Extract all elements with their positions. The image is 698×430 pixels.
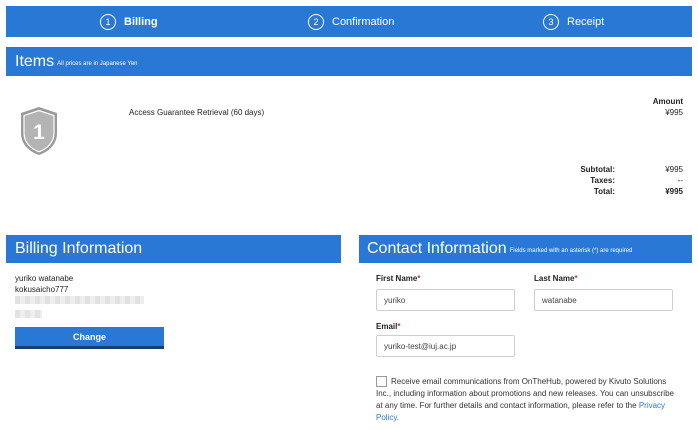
first-name-label: First Name*	[376, 274, 420, 283]
taxes-row: Taxes: --	[503, 176, 683, 187]
redacted-address-line-2	[15, 310, 42, 318]
last-name-label: Last Name*	[534, 274, 578, 283]
first-name-input[interactable]	[376, 289, 515, 311]
consent-end: .	[396, 413, 399, 422]
shield-badge-number: 1	[33, 121, 45, 144]
email-input[interactable]	[376, 335, 515, 357]
taxes-label: Taxes:	[590, 176, 615, 185]
contact-title: Contact Information	[367, 240, 507, 257]
email-label-text: Email	[376, 322, 398, 331]
step-number-3: 3	[543, 13, 559, 30]
order-totals: Subtotal: ¥995 Taxes: -- Total: ¥995	[503, 165, 683, 198]
redacted-address-line-1	[15, 296, 144, 304]
step-confirmation: 2 Confirmation	[308, 6, 394, 37]
step-label-receipt: Receipt	[567, 15, 605, 28]
change-billing-button[interactable]: Change	[15, 327, 164, 349]
contact-section-header: Contact Information Fields marked with a…	[359, 235, 692, 263]
total-label: Total:	[593, 187, 615, 196]
amount-header: Amount	[652, 97, 683, 106]
first-name-required-mark: *	[417, 274, 421, 283]
subtotal-value: ¥995	[665, 165, 683, 174]
billing-name: yuriko watanabe	[15, 274, 74, 283]
subtotal-label: Subtotal:	[580, 165, 615, 174]
step-label-billing: Billing	[124, 15, 158, 28]
total-row: Total: ¥995	[503, 187, 683, 198]
step-label-confirmation: Confirmation	[332, 15, 395, 28]
subtotal-row: Subtotal: ¥995	[503, 165, 683, 176]
shield-badge-icon: 1	[21, 107, 57, 155]
email-consent-text: Receive email communications from OnTheH…	[376, 376, 676, 424]
email-required-mark: *	[397, 322, 401, 331]
taxes-value: --	[677, 176, 683, 185]
step-number-1: 1	[100, 13, 116, 30]
last-name-label-text: Last Name	[534, 274, 575, 283]
billing-username: kokusaicho777	[15, 285, 69, 294]
item-amount: ¥995	[665, 108, 683, 117]
item-name: Access Guarantee Retrieval (60 days)	[129, 108, 265, 117]
email-label: Email*	[376, 322, 400, 331]
contact-required-note: Fields marked with an asterisk (*) are r…	[509, 248, 633, 254]
step-billing: 1 Billing	[100, 6, 158, 37]
billing-title: Billing Information	[15, 240, 143, 257]
last-name-required-mark: *	[574, 274, 578, 283]
billing-section-header: Billing Information	[6, 235, 341, 263]
consent-body: Receive email communications from OnTheH…	[376, 377, 674, 410]
total-value: ¥995	[665, 187, 683, 196]
last-name-input[interactable]	[534, 289, 673, 311]
step-receipt: 3 Receipt	[543, 6, 604, 37]
items-title: Items	[15, 52, 55, 70]
items-currency-note: All prices are in Japanese Yen	[57, 60, 138, 67]
first-name-label-text: First Name	[376, 274, 418, 283]
checkout-steps-bar: 1 Billing 2 Confirmation 3 Receipt	[6, 6, 692, 37]
billing-details: yuriko watanabe kokusaicho777	[15, 273, 73, 295]
step-number-2: 2	[308, 13, 324, 30]
items-section-header: Items All prices are in Japanese Yen	[6, 47, 692, 76]
